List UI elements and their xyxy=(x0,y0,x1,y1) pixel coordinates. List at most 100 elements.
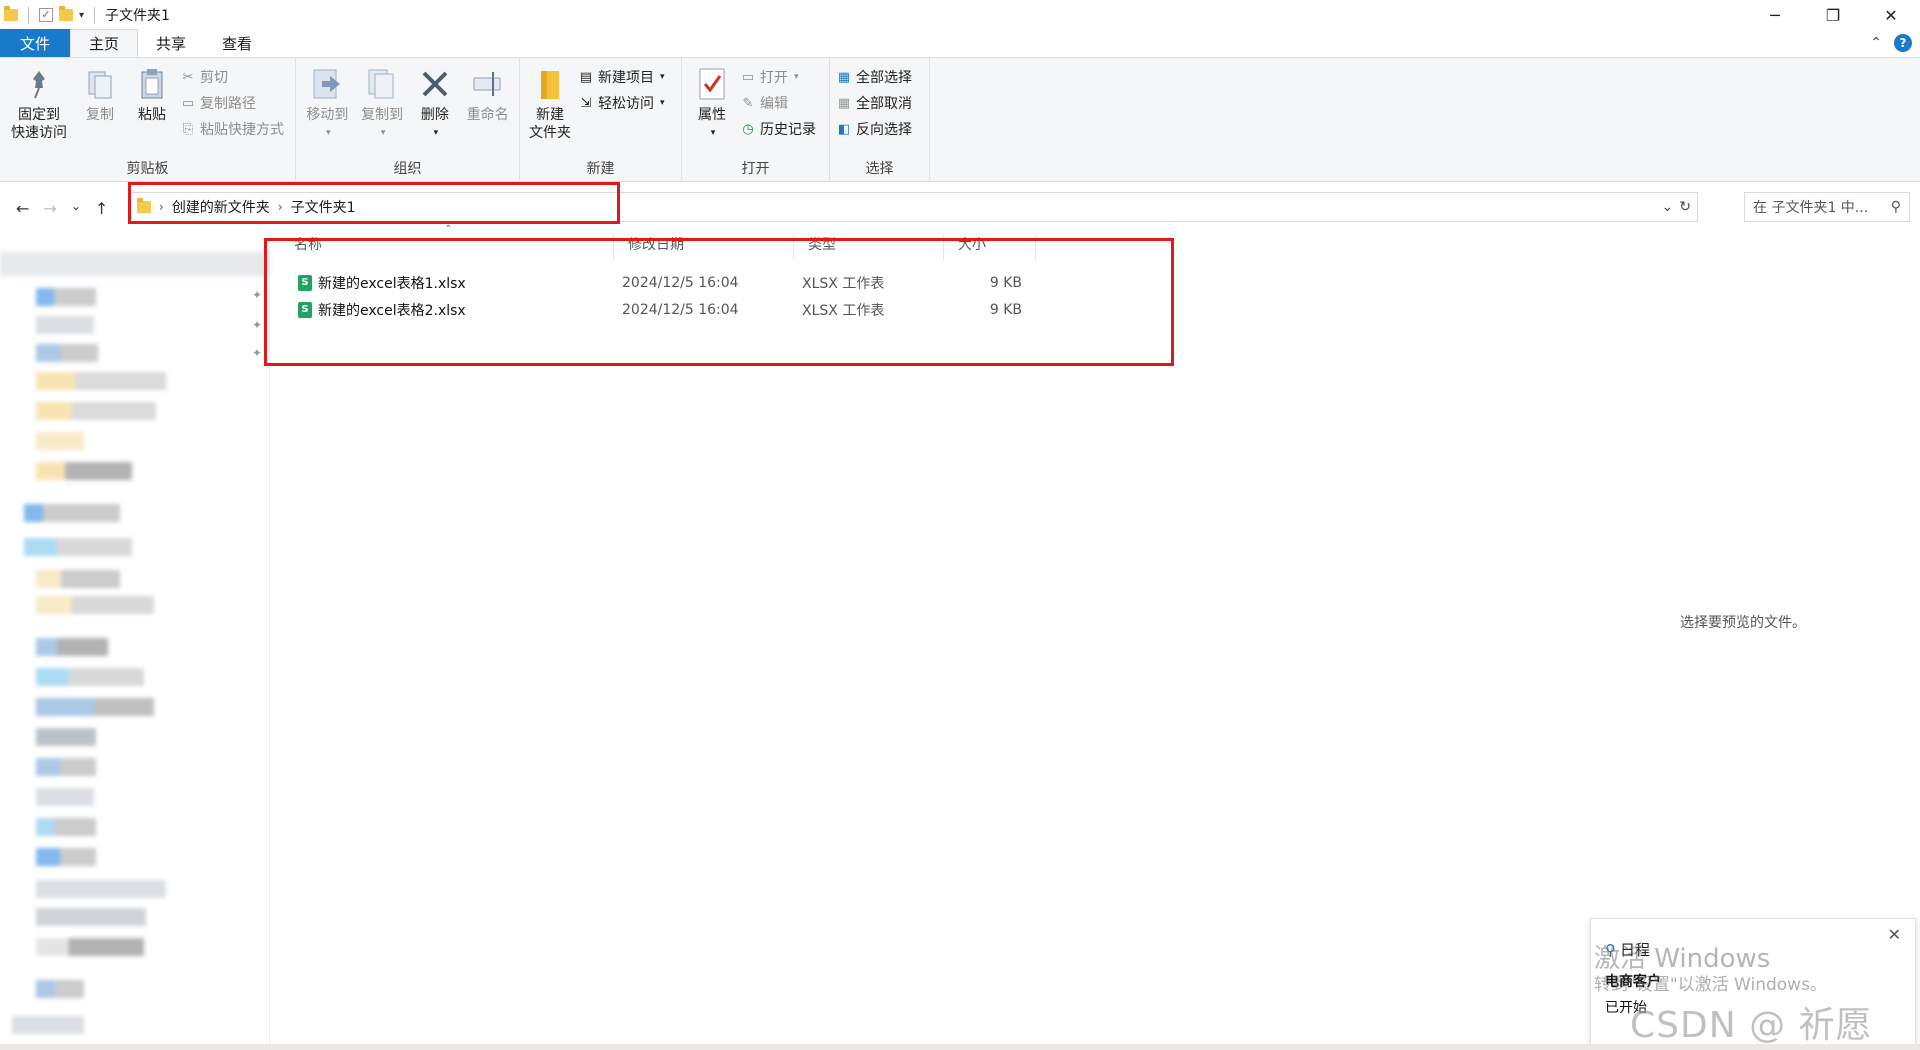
nav-item[interactable] xyxy=(36,596,154,614)
nav-item[interactable] xyxy=(36,402,156,420)
search-placeholder: 在 子文件夹1 中... xyxy=(1753,200,1869,216)
nav-item[interactable] xyxy=(36,344,98,362)
title-bar: ✓ ▾ 子文件夹1 ─ ❐ ✕ xyxy=(0,0,1920,30)
copy-icon xyxy=(82,64,118,104)
new-item-icon: ▤ xyxy=(579,69,593,85)
nav-item[interactable] xyxy=(36,698,154,716)
select-all-button[interactable]: ▦ 全部选择 xyxy=(836,66,912,88)
nav-item[interactable] xyxy=(36,372,166,390)
pin-icon: ✦ xyxy=(252,346,263,360)
paste-shortcut-icon: ⎘ xyxy=(182,121,194,137)
search-icon: ⚲ xyxy=(1890,199,1901,215)
tab-home[interactable]: 主页 xyxy=(70,29,139,57)
restore-button[interactable]: ❐ xyxy=(1804,0,1862,30)
invert-selection-button[interactable]: ◧ 反向选择 xyxy=(836,118,912,140)
address-dropdown-chevron-icon[interactable]: ⌄ xyxy=(1662,199,1674,215)
rename-icon xyxy=(470,64,506,104)
highlight-box-files xyxy=(264,238,1174,366)
back-arrow-icon[interactable]: ← xyxy=(16,199,29,218)
nav-item[interactable] xyxy=(36,908,146,926)
highlight-box-address xyxy=(128,182,620,224)
ribbon: 固定到 快速访问 复制 粘贴 ✂剪切 ▭复制路径 ⎘粘贴快捷方式 剪贴板 xyxy=(0,58,1920,182)
nav-item[interactable] xyxy=(24,538,132,556)
tab-share[interactable]: 共享 xyxy=(138,29,204,57)
group-label-select: 选择 xyxy=(865,161,894,177)
nav-item-selected[interactable] xyxy=(0,252,270,276)
nav-item[interactable] xyxy=(36,818,96,836)
nav-item[interactable] xyxy=(36,316,94,334)
search-box[interactable]: 在 子文件夹1 中... ⚲ xyxy=(1744,192,1910,222)
nav-item[interactable] xyxy=(36,848,96,866)
ribbon-tabs: 文件 主页 共享 查看 ⌃ ? xyxy=(0,29,1920,58)
nav-item[interactable] xyxy=(36,980,84,998)
select-all-icon: ▦ xyxy=(837,69,851,85)
scissors-icon: ✂ xyxy=(182,69,194,85)
group-organize: 移动到 ▾ 复制到 ▾ 删除 ▾ 重命名 组织 xyxy=(296,58,520,182)
tab-view[interactable]: 查看 xyxy=(204,29,270,57)
forward-arrow-icon[interactable]: → xyxy=(43,199,56,218)
nav-item[interactable] xyxy=(36,668,144,686)
cut-button[interactable]: ✂ 剪切 xyxy=(180,66,284,88)
paste-shortcut-button[interactable]: ⎘ 粘贴快捷方式 xyxy=(180,118,284,140)
group-label-new: 新建 xyxy=(586,161,615,177)
nav-item[interactable] xyxy=(36,432,84,450)
easy-access-icon: ⇲ xyxy=(580,95,592,111)
preview-pane-message: 选择要预览的文件。 xyxy=(1680,615,1806,631)
edit-button[interactable]: ✎ 编辑 xyxy=(740,92,816,114)
edit-icon: ✎ xyxy=(742,95,754,111)
nav-item[interactable] xyxy=(36,728,96,746)
invert-selection-icon: ◧ xyxy=(837,121,851,137)
properties-check-icon[interactable]: ✓ xyxy=(39,8,53,22)
group-open: 属性 ▾ ▭ 打开 ▾ ✎ 编辑 ◷ 历史记录 打开 xyxy=(682,58,830,182)
new-folder-icon[interactable] xyxy=(59,6,73,21)
delete-x-icon xyxy=(417,64,453,104)
quick-access-toolbar: ✓ ▾ xyxy=(0,6,99,23)
nav-item[interactable] xyxy=(12,1016,84,1034)
group-label-organize: 组织 xyxy=(393,161,422,177)
nav-item[interactable] xyxy=(36,288,96,306)
minimize-button[interactable]: ─ xyxy=(1746,0,1804,30)
folder-icon xyxy=(4,6,18,21)
history-button[interactable]: ◷ 历史记录 xyxy=(740,118,816,140)
move-to-icon xyxy=(309,64,345,104)
group-clipboard: 固定到 快速访问 复制 粘贴 ✂ 剪切 ▭ 复制路径 ⎘ 粘贴快捷方式 剪贴板 xyxy=(0,58,296,182)
navigation-pane: ✦ ✦ ✦ xyxy=(0,240,270,1050)
pin-icon: ✦ xyxy=(252,318,263,332)
close-button[interactable]: ✕ xyxy=(1862,0,1920,30)
properties-icon xyxy=(694,64,730,104)
new-item-button[interactable]: ▤ 新建项目 ▾ xyxy=(578,66,665,88)
nav-item[interactable] xyxy=(36,638,108,656)
csdn-watermark: CSDN @ 祈愿 xyxy=(1630,1005,1873,1046)
select-none-button[interactable]: ▦ 全部取消 xyxy=(836,92,912,114)
collapse-ribbon-icon[interactable]: ⌃ xyxy=(1870,35,1882,51)
nav-item[interactable] xyxy=(36,758,96,776)
tab-file[interactable]: 文件 xyxy=(0,29,71,57)
refresh-icon[interactable]: ↻ xyxy=(1679,199,1691,215)
customize-quick-access-icon[interactable]: ▾ xyxy=(79,10,84,21)
easy-access-button[interactable]: ⇲ 轻松访问 ▾ xyxy=(578,92,665,114)
recent-locations-chevron-icon[interactable]: ⌄ xyxy=(71,199,81,218)
open-icon: ▭ xyxy=(741,69,755,85)
nav-item[interactable] xyxy=(36,938,144,956)
nav-item[interactable] xyxy=(36,570,120,588)
close-icon[interactable]: ✕ xyxy=(1888,925,1901,944)
copy-to-icon xyxy=(364,64,400,104)
pin-icon: ✦ xyxy=(252,288,263,302)
help-icon[interactable]: ? xyxy=(1894,34,1912,52)
nav-item[interactable] xyxy=(24,504,120,522)
nav-item[interactable] xyxy=(36,788,94,806)
activation-watermark-subtitle: 转到"设置"以激活 Windows。 xyxy=(1594,975,1827,995)
nav-item[interactable] xyxy=(36,462,132,480)
nav-item[interactable] xyxy=(36,880,166,898)
new-folder-big-icon xyxy=(532,64,568,104)
taskbar-edge xyxy=(0,1044,1920,1050)
copy-path-button[interactable]: ▭ 复制路径 xyxy=(180,92,284,114)
copy-path-icon: ▭ xyxy=(181,95,195,111)
select-none-icon: ▦ xyxy=(837,95,851,111)
up-arrow-icon[interactable]: ↑ xyxy=(95,199,108,218)
open-button[interactable]: ▭ 打开 ▾ xyxy=(740,66,816,88)
pin-icon xyxy=(21,64,57,104)
group-label-clipboard: 剪贴板 xyxy=(126,161,169,177)
history-icon: ◷ xyxy=(742,121,754,137)
group-select: ▦ 全部选择 ▦ 全部取消 ◧ 反向选择 选择 xyxy=(830,58,930,182)
